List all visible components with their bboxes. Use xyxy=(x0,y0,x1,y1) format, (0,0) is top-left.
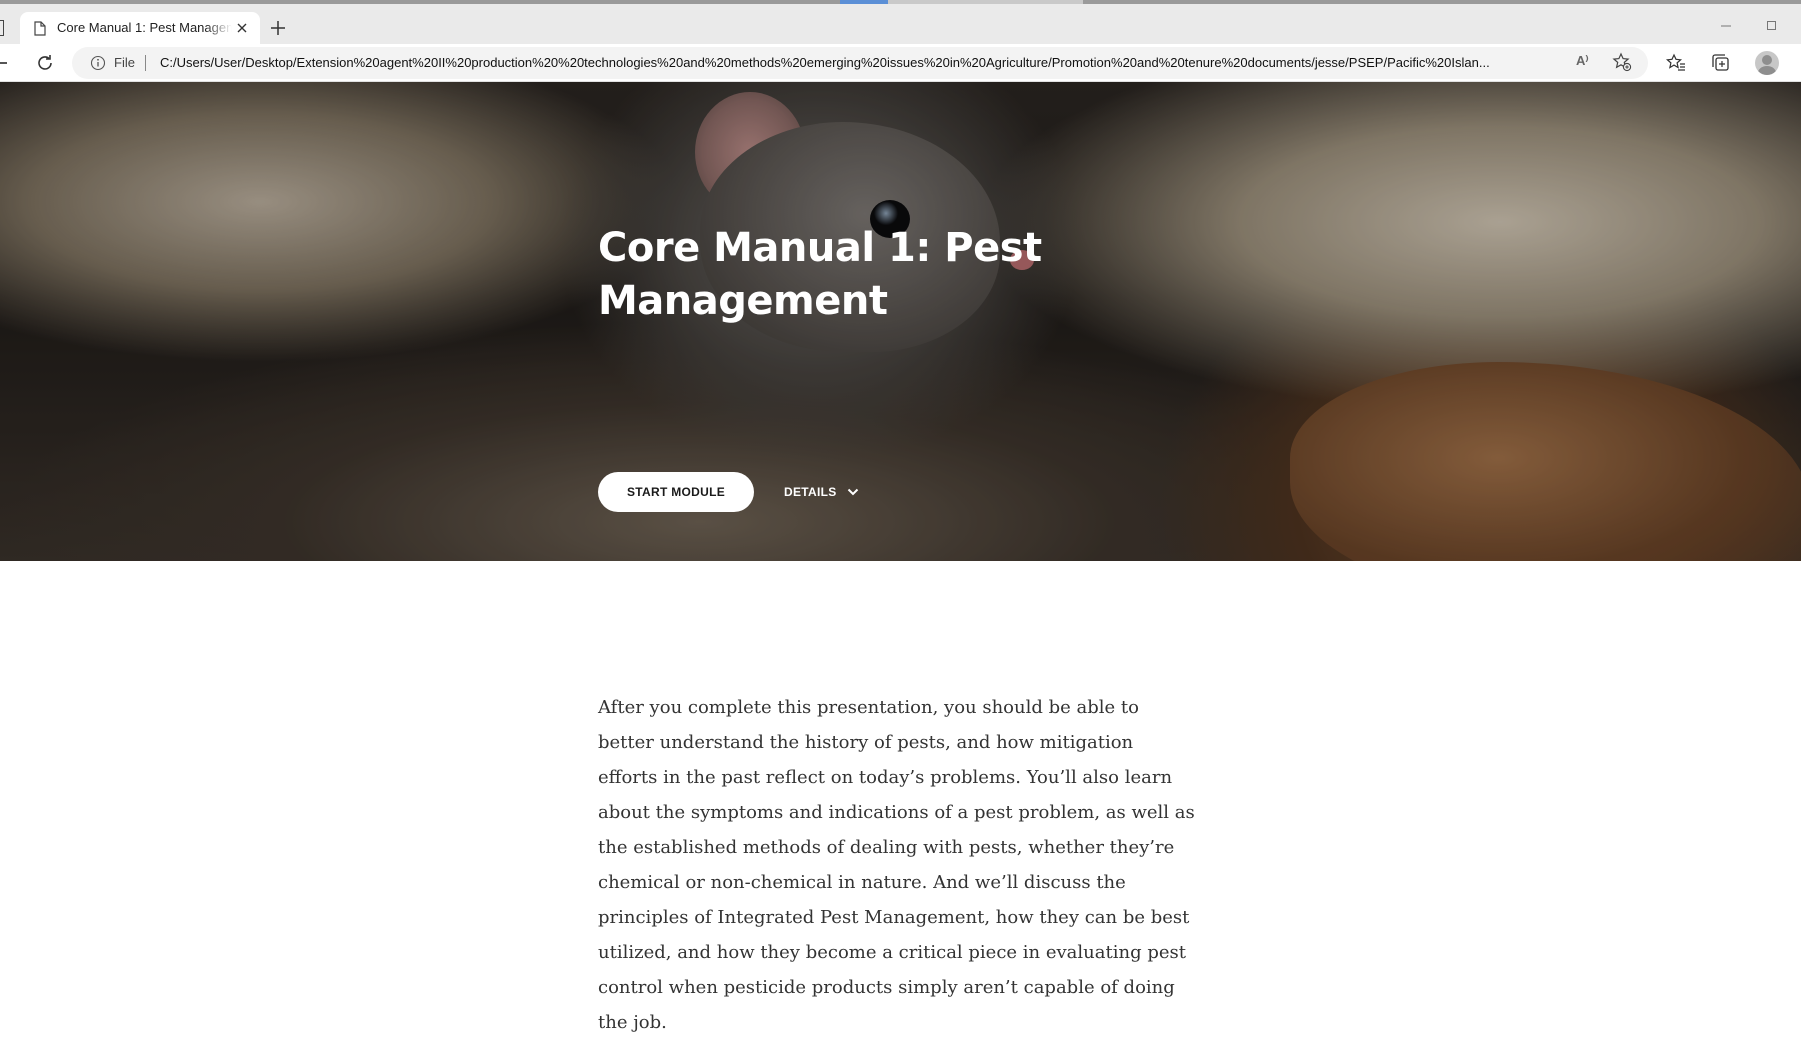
browser-toolbar: File C:/Users/User/Desktop/Extension%20a… xyxy=(0,44,1801,82)
address-bar[interactable]: File C:/Users/User/Desktop/Extension%20a… xyxy=(72,47,1648,79)
profile-avatar[interactable] xyxy=(1755,51,1779,75)
plus-icon[interactable] xyxy=(266,16,290,40)
info-icon[interactable] xyxy=(90,55,106,71)
url-text[interactable]: C:/Users/User/Desktop/Extension%20agent%… xyxy=(160,55,1560,70)
address-scheme-label: File xyxy=(114,55,135,70)
tab-active[interactable]: Core Manual 1: Pest Management xyxy=(20,12,260,44)
tab-bar: Core Manual 1: Pest Management xyxy=(0,4,1801,44)
details-label: DETAILS xyxy=(784,485,837,499)
page-title: Core Manual 1: Pest Management xyxy=(598,225,1042,324)
reload-icon[interactable] xyxy=(33,51,57,75)
chevron-down-icon xyxy=(847,488,858,496)
collections-icon[interactable] xyxy=(1710,52,1732,74)
add-favorite-icon[interactable] xyxy=(1612,52,1632,72)
start-module-button[interactable]: START MODULE xyxy=(598,472,754,512)
close-icon[interactable] xyxy=(234,20,250,36)
module-description: After you complete this presentation, yo… xyxy=(598,697,1195,1033)
details-toggle[interactable]: DETAILS xyxy=(784,480,860,504)
page-icon xyxy=(34,21,46,41)
address-separator xyxy=(145,55,146,71)
favorites-icon[interactable] xyxy=(1665,52,1687,74)
back-arrow-icon[interactable] xyxy=(0,62,7,64)
window-edge xyxy=(0,20,4,36)
hero-banner: Core Manual 1: Pest Management START MOD… xyxy=(0,82,1801,561)
minimize-icon[interactable] xyxy=(1716,16,1736,36)
maximize-icon[interactable] xyxy=(1762,16,1782,36)
tab-title: Core Manual 1: Pest Management xyxy=(57,20,247,35)
read-aloud-icon[interactable]: A⁾ xyxy=(1576,53,1589,69)
